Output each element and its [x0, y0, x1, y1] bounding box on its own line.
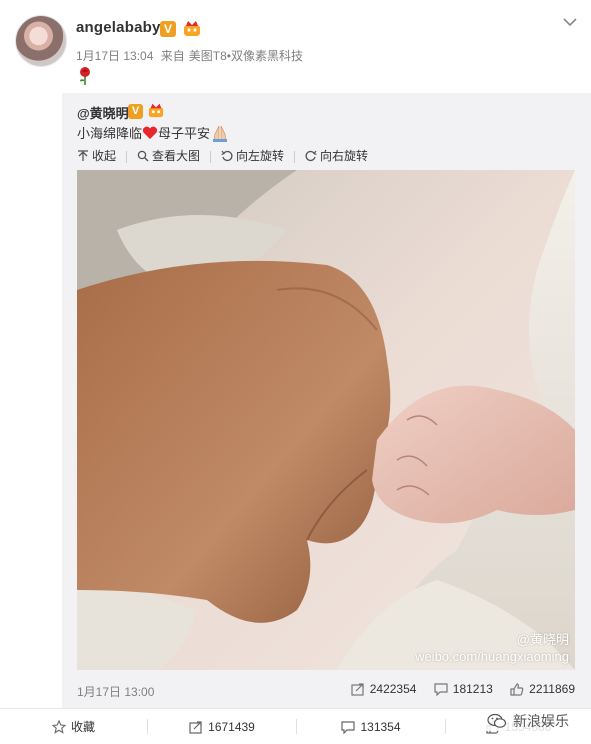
repost-icon [189, 720, 202, 734]
divider [126, 150, 128, 163]
rotate-right-icon [305, 150, 317, 161]
repost-vip-crown-icon [148, 103, 164, 118]
collapse-up-icon [78, 149, 88, 161]
chevron-down-icon[interactable] [562, 14, 578, 30]
post-timestamp[interactable]: 1月17日 13:04 [76, 49, 153, 63]
thumbs-up-icon [510, 682, 524, 696]
like-count-link[interactable]: 2211869 [510, 682, 575, 696]
comment-count: 181213 [452, 682, 493, 696]
comment-button[interactable]: 131354 [297, 709, 445, 744]
sina-entertainment-brand: 新浪娱乐 [483, 711, 573, 731]
praying-hands-emoji-icon [213, 125, 228, 142]
heart-emoji-icon [142, 126, 158, 139]
author-avatar[interactable] [16, 16, 66, 66]
image-actions: 收起 查看大图 向左旋转 向右旋转 [77, 147, 378, 165]
repost-button[interactable]: 1671439 [148, 709, 296, 744]
view-large-label: 查看大图 [152, 149, 201, 163]
comment-icon [341, 720, 356, 734]
comment-count-link[interactable]: 181213 [434, 682, 493, 696]
vip-crown-icon [184, 21, 200, 36]
rotate-left-label: 向左旋转 [236, 149, 285, 163]
repost-text: 小海绵降临 母子平安 [77, 123, 230, 142]
favorite-button[interactable]: 收藏 [0, 709, 147, 744]
post-photo[interactable]: @黄晓明 weibo.com/huangxiaoming [77, 170, 575, 670]
fist-bump-photo [77, 170, 575, 670]
author-name[interactable]: angelababy [76, 19, 161, 36]
watermark-url: weibo.com/huangxiaoming [415, 649, 569, 664]
photo-watermark: @黄晓明 weibo.com/huangxiaoming [415, 631, 569, 665]
weibo-post: angelababy V 1月17日 13:04 来自 美图T8•双像素黑科技 @… [0, 0, 591, 744]
repost-count-link[interactable]: 2422354 [351, 682, 417, 696]
wechat-icon [487, 713, 507, 728]
divider [210, 150, 212, 163]
rose-emoji-icon [80, 67, 90, 85]
repost-author[interactable]: @黄晓明 [77, 103, 129, 122]
comment-icon [434, 682, 448, 696]
repost-verified-badge-icon: V [128, 104, 143, 119]
repost-icon [351, 682, 364, 696]
divider [294, 150, 296, 163]
post-source-prefix: 来自 [160, 49, 185, 63]
post-source[interactable]: 美图T8•双像素黑科技 [189, 49, 303, 63]
brand-label: 新浪娱乐 [513, 713, 569, 729]
like-count: 2211869 [529, 682, 575, 696]
post-meta: 1月17日 13:04 来自 美图T8•双像素黑科技 [76, 47, 307, 64]
repost-timestamp[interactable]: 1月17日 13:00 [77, 683, 154, 700]
collapse-label: 收起 [92, 149, 117, 163]
magnifier-icon [137, 150, 149, 161]
comment-button-count: 131354 [360, 719, 401, 734]
repost-text-part2: 母子平安 [158, 126, 211, 141]
verified-badge-icon: V [160, 21, 176, 37]
star-icon [51, 719, 66, 734]
rotate-right-button[interactable]: 向右旋转 [305, 147, 368, 164]
repost-stats: 2422354 181213 2211869 [337, 682, 575, 699]
rotate-right-label: 向右旋转 [320, 149, 369, 163]
watermark-handle: @黄晓明 [516, 632, 569, 647]
collapse-button[interactable]: 收起 [77, 147, 116, 164]
rotate-left-icon [221, 150, 233, 161]
rotate-left-button[interactable]: 向左旋转 [221, 147, 284, 164]
view-large-button[interactable]: 查看大图 [137, 147, 200, 164]
favorite-label: 收藏 [70, 720, 95, 734]
repost-button-count: 1671439 [208, 719, 255, 734]
repost-count: 2422354 [369, 682, 417, 696]
repost-text-part1: 小海绵降临 [77, 126, 143, 141]
